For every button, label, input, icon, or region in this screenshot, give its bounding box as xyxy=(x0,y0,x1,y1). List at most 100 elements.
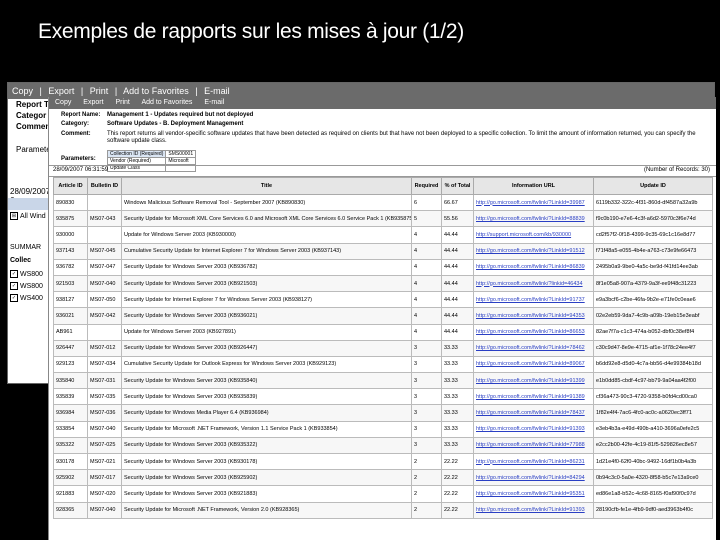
cell-required: 4 xyxy=(411,274,442,293)
cell-article-id: 935322 xyxy=(53,436,88,455)
checkbox-icon[interactable]: ✓ xyxy=(10,282,18,290)
col-bulletin-id[interactable]: Bulletin ID xyxy=(87,177,122,195)
cell-percent-total: 33.33 xyxy=(441,372,474,390)
cell-required: 2 xyxy=(411,452,442,471)
back-side-item[interactable]: ✓ WS800 xyxy=(10,270,43,278)
col-title[interactable]: Title xyxy=(121,177,412,195)
cell-title: Windows Malicious Software Removal Tool … xyxy=(121,193,412,212)
table-row: 935875 MS07-043 Security Update for Micros… xyxy=(53,210,713,228)
cell-title: Cumulative Security Update for Internet … xyxy=(121,242,412,260)
cell-article-id: 938127 xyxy=(53,291,88,309)
cell-information-url[interactable]: http://go.microsoft.com/fwlink/?LinkId=9… xyxy=(473,420,594,438)
back-print-button[interactable]: Print xyxy=(90,86,109,96)
cell-information-url[interactable]: http://go.microsoft.com/fwlink/?LinkId=8… xyxy=(473,452,594,471)
report-name-label: Report Name: xyxy=(61,112,101,118)
back-summary-item: SUMMAR xyxy=(10,244,41,251)
col-information-url[interactable]: Information URL xyxy=(473,177,594,195)
checkbox-icon[interactable]: ✓ xyxy=(10,294,18,302)
cell-article-id: AB961 xyxy=(53,323,88,341)
cell-information-url[interactable]: http://go.microsoft.com/fwlink/?LinkId=9… xyxy=(473,242,594,260)
table-row: 936984 MS07-036 Security Update for Window… xyxy=(53,404,713,422)
email-button[interactable]: E-mail xyxy=(204,99,224,106)
cell-article-id: 890830 xyxy=(53,193,88,212)
table-row: 933854 MS07-040 Security Update for Micros… xyxy=(53,420,713,438)
back-side-item[interactable]: ✓ WS400 xyxy=(10,294,43,302)
cell-information-url[interactable]: http://go.microsoft.com/fwlink/?LinkId=9… xyxy=(473,501,594,519)
cell-required: 4 xyxy=(411,242,442,260)
cell-information-url[interactable]: http://go.microsoft.com/fwlink/?linkid=4… xyxy=(473,274,594,293)
table-row: 935839 MS07-035 Security Update for Window… xyxy=(53,388,713,406)
front-toolbar: Copy Export Print Add to Favorites E-mai… xyxy=(49,97,716,109)
copy-button[interactable]: Copy xyxy=(55,99,71,106)
cell-update-id: 1d21e4f0-62f0-40bc-9492-16df1b0b4a3b xyxy=(593,452,713,471)
cell-update-id: cf36a473-90c3-4720-9358-b0fd4cd00ca0 xyxy=(593,388,713,406)
cell-percent-total: 22.22 xyxy=(441,501,474,519)
cell-update-id: b6dd92e8-d5d0-4c7a-bb56-d4e99384b18d xyxy=(593,355,713,374)
slide-title: Exemples de rapports sur les mises à jou… xyxy=(38,20,464,43)
export-button[interactable]: Export xyxy=(83,99,103,106)
cell-percent-total: 33.33 xyxy=(441,420,474,438)
cell-title: Update for Windows Server 2003 (KB927891… xyxy=(121,323,412,341)
back-export-button[interactable]: Export xyxy=(48,86,74,96)
cell-required: 3 xyxy=(411,372,442,390)
col-article-id[interactable]: Article ID xyxy=(53,177,88,195)
table-row: 930000 Update for Windows Server 2003 (KB… xyxy=(53,226,713,244)
cell-information-url[interactable]: http://go.microsoft.com/fwlink/?LinkId=8… xyxy=(473,258,594,276)
table-row: AB961 Update for Windows Server 2003 (KB9… xyxy=(53,323,713,341)
col-percent-total[interactable]: % of Total xyxy=(441,177,474,195)
cell-information-url[interactable]: http://go.microsoft.com/fwlink/?LinkId=8… xyxy=(473,355,594,374)
report-timestamp: 28/09/2007 06:31:59 xyxy=(53,167,109,173)
cell-information-url[interactable]: http://go.microsoft.com/fwlink/?LinkId=9… xyxy=(473,291,594,309)
col-required[interactable]: Required xyxy=(411,177,442,195)
cell-update-id: e2cc2b00-42fe-4c19-81f5-529826ec8e57 xyxy=(593,436,713,455)
table-row: 935840 MS07-031 Security Update for Window… xyxy=(53,372,713,390)
cell-information-url[interactable]: http://go.microsoft.com/fwlink/?LinkId=7… xyxy=(473,404,594,422)
cell-required: 3 xyxy=(411,355,442,374)
param-row: Vendor (Required) Microsoft xyxy=(106,157,197,165)
table-row: 928365 MS07-040 Security Update for Micros… xyxy=(53,501,713,519)
cell-percent-total: 44.44 xyxy=(441,258,474,276)
cell-information-url[interactable]: http://go.microsoft.com/fwlink/?LinkId=7… xyxy=(473,436,594,455)
back-email-button[interactable]: E-mail xyxy=(204,86,230,96)
cell-information-url[interactable]: http://support.microsoft.com/kb/930000 xyxy=(473,226,594,244)
table-row: 925902 MS07-017 Security Update for Window… xyxy=(53,469,713,487)
cell-title: Security Update for Windows Server 2003 … xyxy=(121,307,412,325)
param-row: Collection ID (Required) SMS00001 xyxy=(106,150,197,158)
checkbox-icon[interactable]: ⊞ xyxy=(10,212,18,220)
add-to-favorites-button[interactable]: Add to Favorites xyxy=(141,99,192,106)
cell-bulletin-id: MS07-021 xyxy=(87,452,122,471)
cell-information-url[interactable]: http://go.microsoft.com/fwlink/?LinkId=3… xyxy=(473,193,594,212)
cell-information-url[interactable]: http://go.microsoft.com/fwlink/?LinkId=9… xyxy=(473,372,594,390)
category-label: Category: xyxy=(61,121,90,127)
cell-bulletin-id: MS07-040 xyxy=(87,274,122,293)
cell-percent-total: 33.33 xyxy=(441,388,474,406)
cell-information-url[interactable]: http://go.microsoft.com/fwlink/?LinkId=8… xyxy=(473,469,594,487)
separator: | xyxy=(39,86,42,96)
updates-table: Article ID Bulletin ID Title Required % … xyxy=(53,177,713,519)
checkbox-icon[interactable]: ✓ xyxy=(10,270,18,278)
back-side-item[interactable]: ✓ WS800 xyxy=(10,282,43,290)
param-value: Microsoft xyxy=(165,157,197,165)
cell-information-url[interactable]: http://go.microsoft.com/fwlink/?LinkId=9… xyxy=(473,388,594,406)
param-value: SMS00001 xyxy=(165,150,197,158)
back-all-row[interactable]: ⊞ All Wind xyxy=(10,212,46,220)
cell-update-id: 82ae7f7a-c1c3-474a-b052-dbf0c38ef8f4 xyxy=(593,323,713,341)
cell-information-url[interactable]: http://go.microsoft.com/fwlink/?LinkId=9… xyxy=(473,485,594,503)
cell-information-url[interactable]: http://go.microsoft.com/fwlink/?LinkId=7… xyxy=(473,339,594,357)
cell-bulletin-id: MS07-034 xyxy=(87,355,122,374)
print-button[interactable]: Print xyxy=(115,99,129,106)
cell-information-url[interactable]: http://go.microsoft.com/fwlink/?LinkId=9… xyxy=(473,307,594,325)
cell-percent-total: 55.56 xyxy=(441,210,474,228)
cell-required: 3 xyxy=(411,388,442,406)
cell-bulletin-id: MS07-047 xyxy=(87,258,122,276)
cell-information-url[interactable]: http://go.microsoft.com/fwlink/?LinkId=8… xyxy=(473,210,594,228)
cell-bulletin-id: MS07-017 xyxy=(87,469,122,487)
report-meta-row: 28/09/2007 06:31:59 (Number of Records: … xyxy=(49,165,716,177)
cell-required: 3 xyxy=(411,404,442,422)
cell-information-url[interactable]: http://go.microsoft.com/fwlink/?LinkId=8… xyxy=(473,323,594,341)
cell-bulletin-id xyxy=(87,193,122,212)
back-favorites-button[interactable]: Add to Favorites xyxy=(123,86,189,96)
col-update-id[interactable]: Update ID xyxy=(593,177,713,195)
back-copy-button[interactable]: Copy xyxy=(12,86,33,96)
comment-value: This report returns all vendor-specific … xyxy=(107,131,696,144)
